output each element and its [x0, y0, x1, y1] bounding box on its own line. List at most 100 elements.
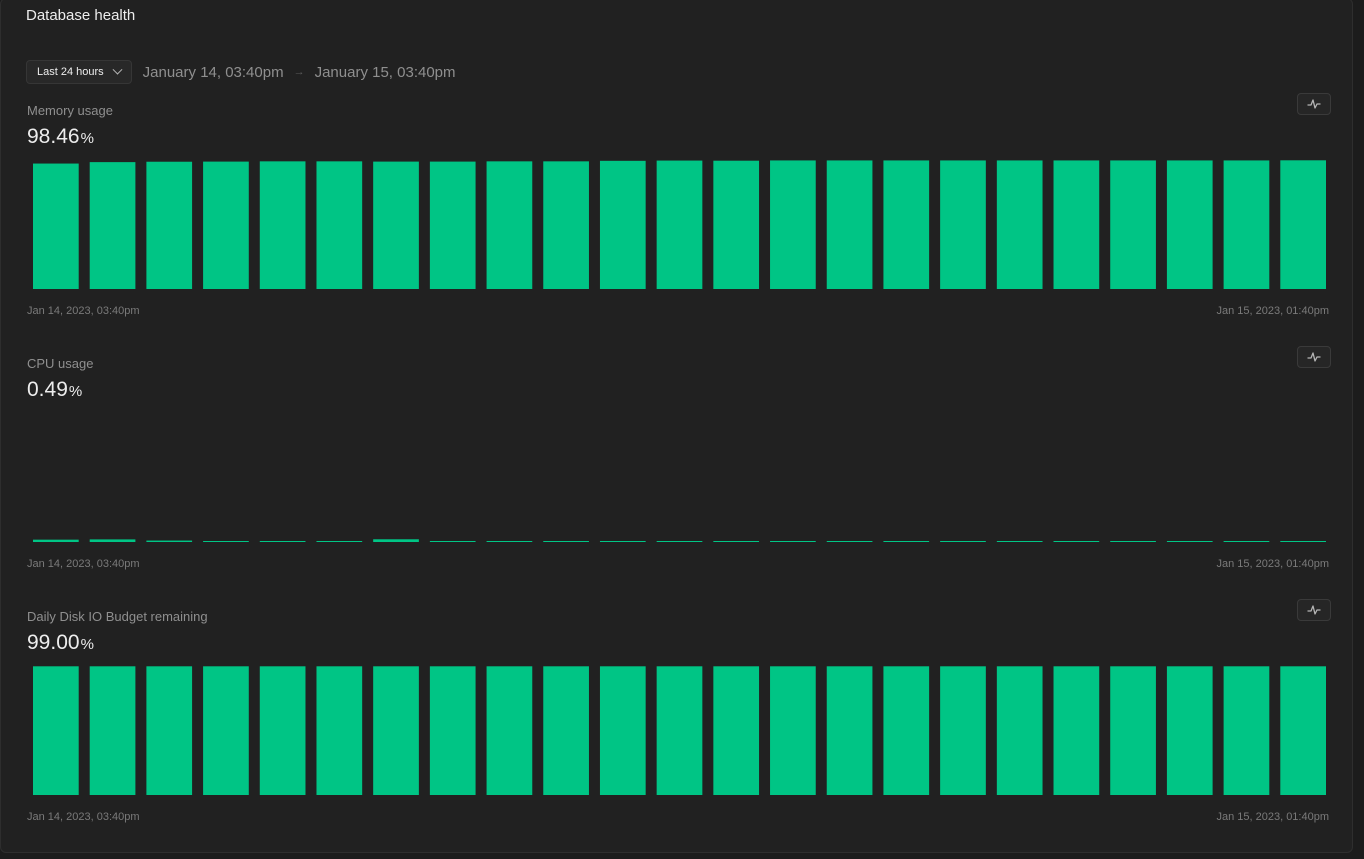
chart-bar [373, 666, 419, 795]
chart-bar [89, 539, 136, 542]
chart-bar [996, 160, 1043, 289]
activity-icon [1307, 605, 1321, 615]
chart-bar [1053, 541, 1100, 542]
chart-bar [89, 666, 136, 795]
chart-bar [656, 666, 703, 795]
chart-bar [33, 539, 79, 542]
disk-io-budget-chart [33, 666, 1326, 795]
chart-bar [996, 666, 1043, 795]
chart-bar [543, 161, 589, 289]
page-title: Database health [26, 7, 136, 24]
chart-bar [1280, 541, 1326, 542]
chart-bar [259, 541, 306, 542]
chart-bar [1166, 541, 1213, 542]
chart-bar [1110, 160, 1156, 289]
chart-bar [316, 541, 363, 542]
chart-bar [146, 540, 193, 542]
chart-bar [1166, 160, 1213, 289]
chart-bar [33, 163, 79, 289]
metric-label: Memory usage [27, 103, 113, 118]
chart-bar [203, 161, 249, 289]
chart-bar [826, 541, 873, 542]
metric-label: Daily Disk IO Budget remaining [27, 609, 208, 624]
chart-bar [940, 666, 986, 795]
chart-bar [883, 666, 930, 795]
metric-number: 98.46 [27, 125, 80, 148]
chart-bar [146, 161, 193, 289]
chart-bar [1053, 160, 1100, 289]
chart-bar [1053, 666, 1100, 795]
chart-bar [770, 666, 816, 795]
chart-bar [713, 666, 760, 795]
x-axis-end-label: Jan 15, 2023, 01:40pm [1216, 305, 1329, 317]
range-end-date: January 15, 03:40pm [314, 63, 456, 81]
chart-bar [770, 541, 816, 542]
x-axis-start-label: Jan 14, 2023, 03:40pm [27, 811, 140, 823]
chart-bar [599, 666, 646, 795]
metric-unit: % [80, 130, 94, 147]
chart-type-toggle-button[interactable] [1297, 93, 1331, 115]
chart-bar [656, 160, 703, 289]
chart-bar [826, 160, 873, 289]
chart-bar [599, 160, 646, 289]
chart-bar [89, 162, 136, 289]
chart-bar [146, 666, 193, 795]
metric-unit: % [80, 636, 94, 653]
chart-bar [1223, 666, 1270, 795]
chart-bar [599, 541, 646, 542]
chart-bar [316, 666, 363, 795]
chart-bar [203, 541, 249, 542]
chart-bar [1223, 160, 1270, 289]
chart-bar [996, 541, 1043, 542]
chart-bar [713, 160, 760, 289]
chart-bar [940, 541, 986, 542]
chart-bar [1110, 541, 1156, 542]
chart-bar [940, 160, 986, 289]
metric-unit: % [68, 383, 83, 400]
metric-value: 98.46% [27, 125, 94, 149]
activity-icon [1307, 352, 1321, 362]
metric-label: CPU usage [27, 356, 94, 371]
chart-bar [259, 666, 306, 795]
chart-bar [316, 161, 363, 289]
time-range-label: Last 24 hours [37, 66, 104, 78]
date-range-row: Last 24 hours January 14, 03:40pm → Janu… [26, 60, 456, 84]
chart-bar [883, 160, 930, 289]
chart-bar [429, 541, 476, 542]
x-axis-start-label: Jan 14, 2023, 03:40pm [27, 305, 140, 317]
chart-bar [543, 541, 589, 542]
time-range-dropdown[interactable]: Last 24 hours [26, 60, 132, 84]
metric-number: 0.49 [27, 378, 68, 401]
chart-bar [1223, 541, 1270, 542]
memory-usage-chart [33, 160, 1326, 289]
chart-type-toggle-button[interactable] [1297, 599, 1331, 621]
chart-bar [883, 541, 930, 542]
range-start-date: January 14, 03:40pm [142, 63, 284, 81]
chart-type-toggle-button[interactable] [1297, 346, 1331, 368]
chart-bar [770, 160, 816, 289]
x-axis-end-label: Jan 15, 2023, 01:40pm [1216, 811, 1329, 823]
chart-bar [486, 541, 533, 542]
chart-bar [486, 666, 533, 795]
chart-bar [373, 539, 419, 542]
metric-value: 0.49% [27, 378, 82, 402]
chart-bar [1280, 160, 1326, 289]
x-axis-start-label: Jan 14, 2023, 03:40pm [27, 558, 140, 570]
activity-icon [1307, 99, 1321, 109]
chart-bar [259, 161, 306, 289]
database-health-panel: Database health Last 24 hours January 14… [0, 0, 1353, 853]
chart-bar [1110, 666, 1156, 795]
chart-bar [543, 666, 589, 795]
chart-bar [656, 541, 703, 542]
metric-number: 99.00 [27, 631, 80, 654]
chart-bar [429, 666, 476, 795]
x-axis-end-label: Jan 15, 2023, 01:40pm [1216, 558, 1329, 570]
chart-bar [1280, 666, 1326, 795]
cpu-usage-chart [33, 539, 1326, 542]
chart-bar [203, 666, 249, 795]
chart-bar [486, 161, 533, 289]
chart-bar [33, 666, 79, 795]
metric-value: 99.00% [27, 631, 94, 655]
chart-bar [373, 161, 419, 289]
chart-bar [826, 666, 873, 795]
